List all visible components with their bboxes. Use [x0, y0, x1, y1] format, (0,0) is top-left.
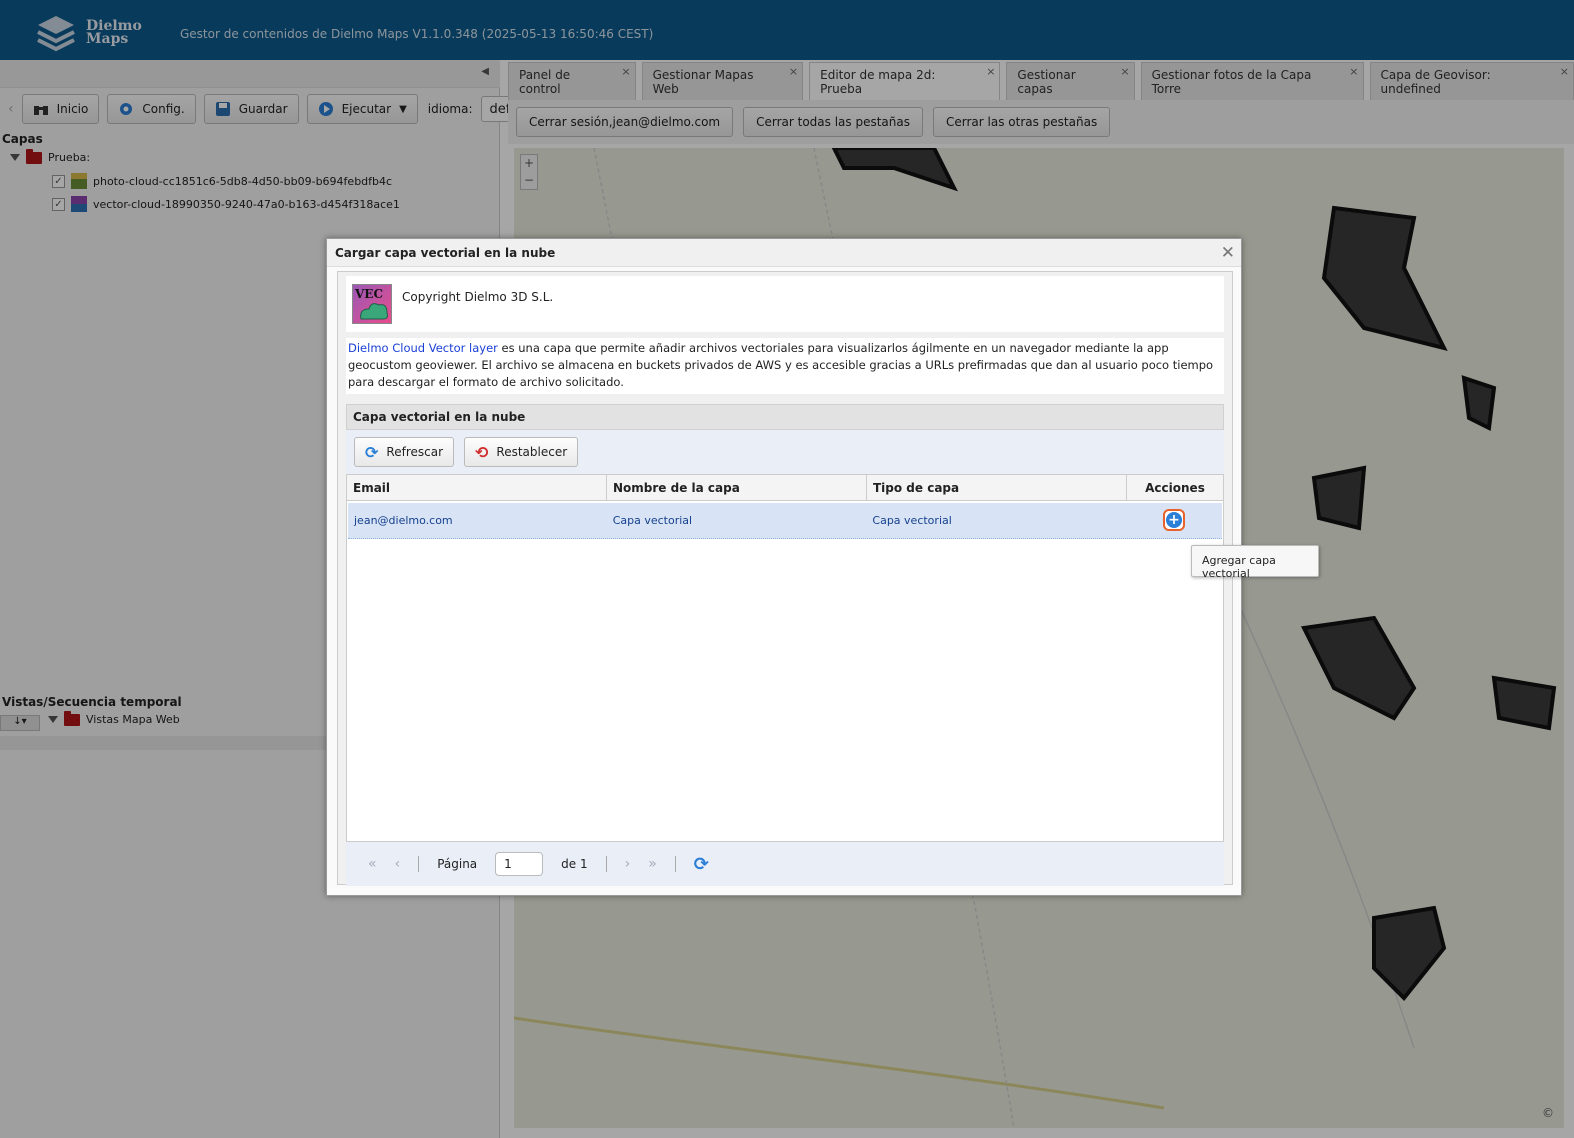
cell-type: Capa vectorial — [872, 514, 952, 527]
refresh-icon: ⟳ — [365, 442, 379, 462]
close-icon[interactable]: ✕ — [1221, 243, 1235, 263]
page-label: Página — [437, 857, 478, 871]
col-name[interactable]: Nombre de la capa — [607, 475, 867, 500]
refresh-button[interactable]: ⟳ Refrescar — [354, 437, 455, 467]
pagination-bar: « ‹ Página 1 de 1 › » ⟳ — [346, 842, 1224, 886]
next-page-icon[interactable]: › — [625, 856, 631, 872]
cell-email: jean@dielmo.com — [354, 514, 453, 527]
pager-refresh-icon[interactable]: ⟳ — [694, 854, 709, 875]
dialog-title: Cargar capa vectorial en la nube — [327, 239, 1241, 267]
grid-toolbar: ⟳ Refrescar ⟲ Restablecer — [346, 430, 1224, 474]
cell-name: Capa vectorial — [612, 514, 693, 527]
first-page-icon[interactable]: « — [368, 856, 377, 872]
layers-grid: Email Nombre de la capa Tipo de capa Acc… — [346, 474, 1224, 842]
vec-cloud-icon: VEC — [352, 284, 392, 324]
col-email[interactable]: Email — [347, 475, 607, 500]
reset-icon: ⟲ — [475, 442, 489, 462]
col-actions[interactable]: Acciones — [1127, 475, 1223, 500]
info-box: VEC Copyright Dielmo 3D S.L. — [346, 276, 1224, 332]
panel-title: Capa vectorial en la nube — [346, 404, 1224, 430]
dielmo-cloud-vector-link[interactable]: Dielmo Cloud Vector layer — [348, 341, 498, 355]
last-page-icon[interactable]: » — [648, 856, 657, 872]
table-row[interactable]: jean@dielmo.com Capa vectorial Capa vect… — [348, 503, 1222, 539]
add-vector-layer-button[interactable]: + — [1163, 509, 1186, 531]
plus-circle-icon: + — [1166, 512, 1183, 528]
dialog-copyright: Copyright Dielmo 3D S.L. — [402, 290, 554, 304]
page-of-label: de 1 — [561, 857, 588, 871]
reset-button[interactable]: ⟲ Restablecer — [464, 437, 579, 467]
cloud-vector-dialog: Cargar capa vectorial en la nube ✕ VEC C… — [326, 238, 1242, 896]
prev-page-icon[interactable]: ‹ — [395, 856, 401, 872]
grid-header: Email Nombre de la capa Tipo de capa Acc… — [347, 475, 1223, 501]
dialog-description: Dielmo Cloud Vector layer es una capa qu… — [346, 338, 1224, 394]
page-input[interactable]: 1 — [495, 852, 544, 876]
col-type[interactable]: Tipo de capa — [867, 475, 1127, 500]
add-layer-tooltip: Agregar capa vectorial — [1191, 545, 1319, 580]
